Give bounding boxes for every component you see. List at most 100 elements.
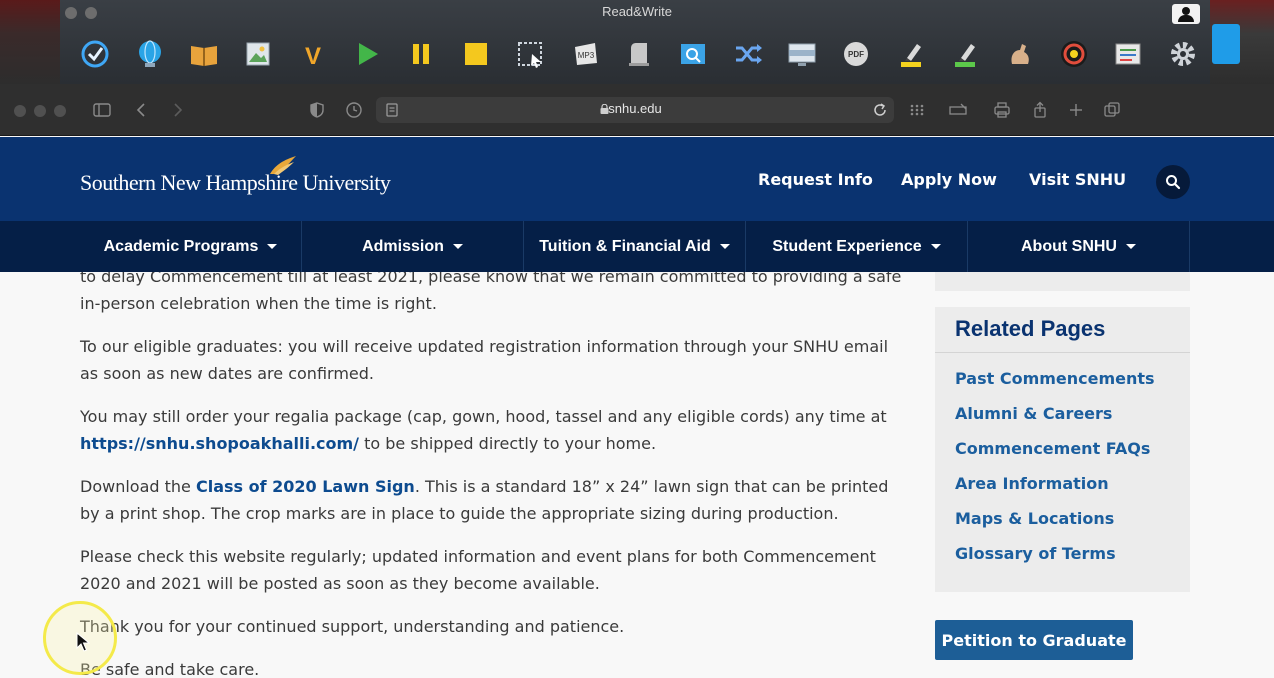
picture-dictionary-icon[interactable] [231,34,285,74]
pause-icon[interactable] [394,34,448,74]
article-paragraph: You may still order your regalia package… [80,407,887,453]
related-pages-heading: Related Pages [955,316,1106,341]
article-paragraph: To our eligible graduates: you will rece… [80,337,889,383]
globe-icon[interactable] [122,34,176,74]
practice-reading-icon-graphic [1011,44,1029,64]
share-icon[interactable] [1028,98,1052,122]
related-link-maps-locations[interactable]: Maps & Locations [955,509,1114,528]
related-divider [935,352,1190,353]
check-it-icon-graphic [81,40,109,68]
privacy-shield-icon[interactable] [305,98,329,122]
nav-admission[interactable]: Admission [302,221,523,272]
article-paragraph: Download the Class of 2020 Lawn Sign. Th… [80,477,889,523]
screenshot-reader-icon-graphic [518,42,543,68]
window-zoom-button[interactable] [54,105,66,117]
petition-to-graduate-button[interactable]: Petition to Graduate [935,620,1133,660]
related-link-alumni-careers[interactable]: Alumni & Careers [955,404,1112,423]
user-account-icon[interactable] [1172,4,1200,24]
settings-gear-icon[interactable] [1156,34,1210,74]
practice-reading-icon[interactable] [992,34,1046,74]
window-close-button[interactable] [14,105,26,117]
highlight-green-icon[interactable] [938,34,992,74]
apply-now-link[interactable]: Apply Now [901,170,997,189]
url-text: snhu.edu [608,101,662,116]
svg-text:V: V [305,43,321,70]
lawn-sign-link[interactable]: Class of 2020 Lawn Sign [196,477,415,496]
request-info-link[interactable]: Request Info [758,170,873,189]
dictionary-icon[interactable] [177,34,231,74]
related-link-past-commencements[interactable]: Past Commencements [955,369,1155,388]
play-icon[interactable] [340,34,394,74]
highlight-yellow-icon-graphic [900,44,921,67]
chevron-down-icon [1125,244,1136,249]
forward-icon[interactable] [165,98,189,122]
tab-overview-icon[interactable] [1100,98,1124,122]
sidebar-toggle-icon[interactable] [90,98,114,122]
reload-icon[interactable] [868,98,892,122]
related-link-area-information[interactable]: Area Information [955,474,1109,493]
nav-about-snhu[interactable]: About SNHU [968,221,1189,272]
readwrite-toolbar: Read&Write V MP3 PDF [0,0,1274,84]
web-search-icon[interactable] [666,34,720,74]
search-icon [1166,175,1181,190]
print-icon[interactable] [990,98,1014,122]
scan-icon-graphic [628,43,649,66]
readwrite-title: Read&Write [602,4,672,19]
screen-masking-icon[interactable] [775,34,829,74]
nav-academic-programs[interactable]: Academic Programs [80,221,301,272]
markup-ruler-icon[interactable] [946,98,970,122]
window-minimize-button[interactable] [34,105,46,117]
screen-masking-icon-graphic [788,43,816,66]
screenshot-reader-icon[interactable] [503,34,557,74]
vocabulary-icon-graphic: V [305,43,321,70]
highlight-green-icon-graphic [955,44,976,67]
readwrite-tool-row: V MP3 PDF [58,26,1210,82]
desktop-folder-icon [1212,24,1240,64]
new-tab-plus-icon[interactable] [1064,98,1088,122]
browser-toolbar: snhu.edu [0,84,1274,136]
chevron-down-icon [719,244,730,249]
regalia-shop-link[interactable]: https://snhu.shopoakhalli.com/ [80,434,359,453]
history-clock-icon[interactable] [342,98,366,122]
sidebar-panel-top [935,272,1190,291]
play-icon-graphic [359,43,379,65]
settings-gear-icon-graphic [1170,42,1195,66]
vocab-list-icon-graphic [1115,43,1141,65]
chevron-down-icon [930,244,941,249]
logo-flame-icon [270,156,296,175]
pdf-reader-icon[interactable]: PDF [829,34,883,74]
audio-recorder-icon-graphic [1060,41,1087,67]
web-search-icon-graphic [681,44,706,64]
extensions-grid-icon[interactable] [905,98,929,122]
vocab-list-icon[interactable] [1101,34,1155,74]
article-paragraph: Thank you for your continued support, un… [80,617,625,636]
translator-icon-graphic [735,44,762,64]
site-logo[interactable]: Southern New Hampshire University [80,170,391,196]
nav-tuition-financial-aid[interactable]: Tuition & Financial Aid [524,221,745,272]
vocabulary-icon[interactable]: V [286,34,340,74]
search-button[interactable] [1156,165,1190,199]
nav-student-experience[interactable]: Student Experience [746,221,967,272]
audio-recorder-icon[interactable] [1047,34,1101,74]
globe-icon-graphic [138,40,161,67]
translator-icon[interactable] [721,34,775,74]
chevron-down-icon [267,244,278,249]
stop-icon-graphic [464,43,487,65]
svg-text:MP3: MP3 [577,51,594,60]
visit-snhu-link[interactable]: Visit SNHU [1029,170,1126,189]
audio-maker-icon-graphic: MP3 [574,43,597,65]
highlight-yellow-icon[interactable] [884,34,938,74]
stop-icon[interactable] [449,34,503,74]
svg-text:PDF: PDF [848,50,864,59]
picture-dictionary-icon-graphic [246,42,270,66]
back-icon[interactable] [130,98,154,122]
article-paragraph: Be safe and take care. [80,660,260,678]
address-bar[interactable]: snhu.edu [376,97,894,123]
audio-maker-icon[interactable]: MP3 [557,34,611,74]
related-link-commencement-faqs[interactable]: Commencement FAQs [955,439,1150,458]
check-it-icon[interactable] [68,34,122,74]
scan-icon[interactable] [612,34,666,74]
pause-icon-graphic [413,44,430,64]
nav-divider [1189,221,1190,272]
related-link-glossary[interactable]: Glossary of Terms [955,544,1116,563]
